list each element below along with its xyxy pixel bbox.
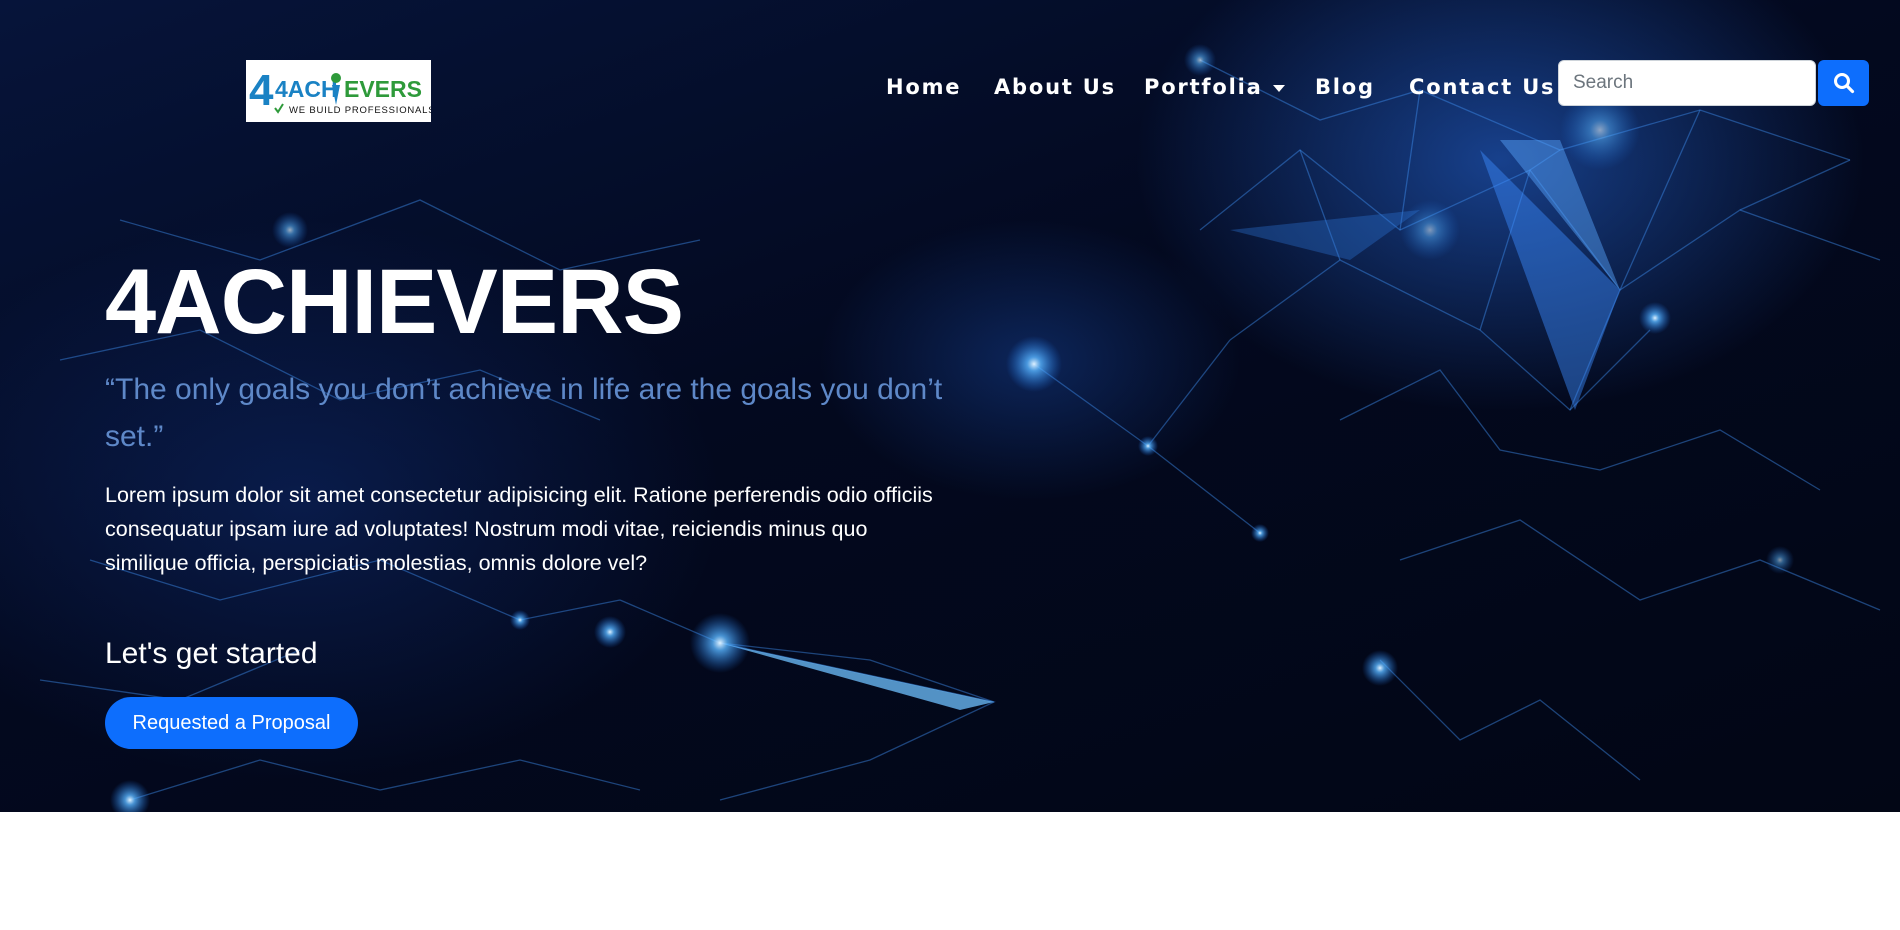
logo-text-suffix: EVERS: [344, 76, 422, 102]
svg-text:4: 4: [249, 66, 274, 115]
hero-title: 4ACHIEVERS: [105, 251, 684, 353]
request-proposal-button[interactable]: Requested a Proposal: [105, 697, 358, 749]
nav-blog[interactable]: Blog: [1315, 70, 1375, 104]
search-icon: [1833, 73, 1854, 94]
nav-portfolia-label: Portfolia: [1144, 75, 1263, 99]
nav-contact-us[interactable]: Contact Us: [1409, 70, 1555, 104]
hero-quote: “The only goals you don’t achieve in lif…: [105, 373, 943, 453]
search-button[interactable]: [1818, 60, 1869, 106]
hero-description: Lorem ipsum dolor sit amet consectetur a…: [105, 483, 933, 575]
chevron-down-icon: [1272, 84, 1285, 92]
hero-section: 4 4ACH EVERS We Build Professionals Home…: [0, 0, 1900, 812]
cta-heading: Let's get started: [105, 637, 318, 670]
nav-about-us[interactable]: About Us: [994, 70, 1116, 104]
logo-text-prefix: 4ACH: [275, 76, 338, 102]
brand-logo[interactable]: 4 4ACH EVERS We Build Professionals: [246, 60, 431, 122]
nav-portfolia[interactable]: Portfolia: [1144, 70, 1285, 104]
nav-home[interactable]: Home: [886, 70, 961, 104]
search-input[interactable]: [1558, 60, 1816, 106]
logo-tagline: We Build Professionals: [289, 105, 431, 116]
